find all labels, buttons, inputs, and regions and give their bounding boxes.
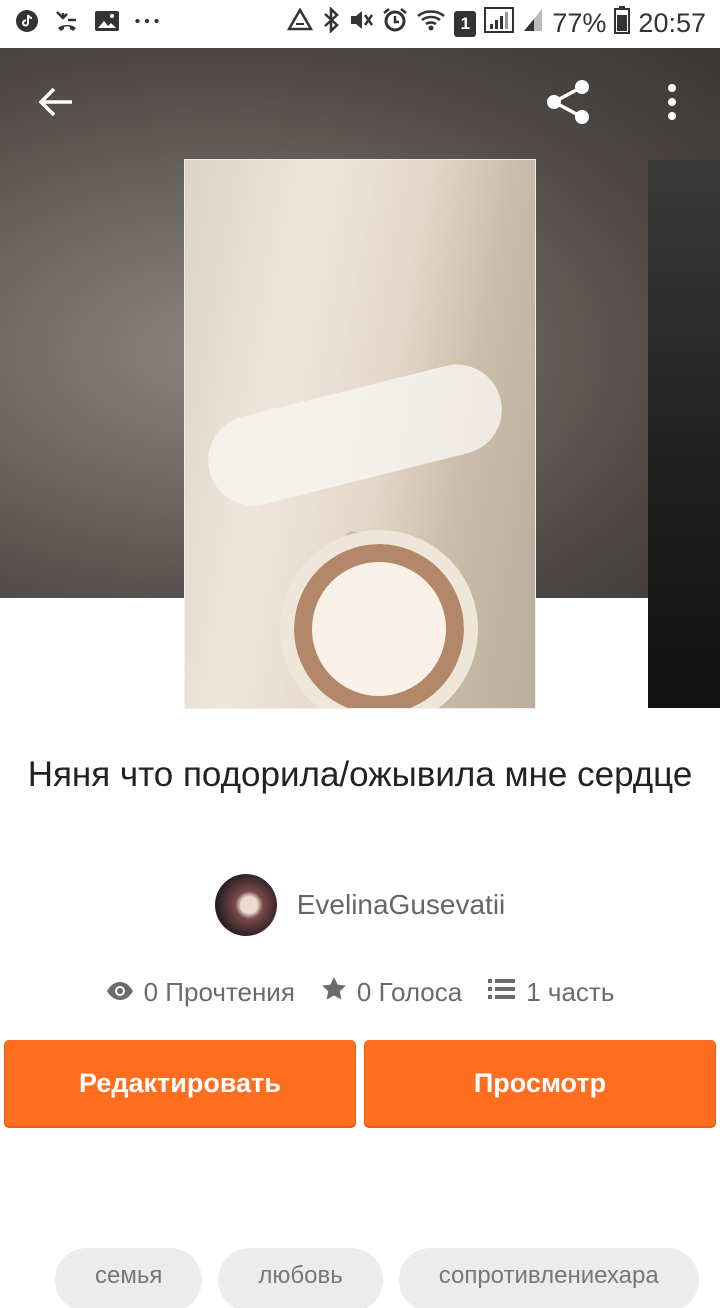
wifi-icon xyxy=(416,8,446,39)
tag-chip[interactable]: сопротивлениехара xyxy=(398,1248,699,1308)
story-stats: 0 Прочтения 0 Голоса 1 часть xyxy=(0,970,720,1014)
arrow-left-icon xyxy=(38,86,74,123)
share-icon xyxy=(544,78,592,131)
sim-1-icon: 1 xyxy=(454,10,477,37)
votes-count: 0 Голоса xyxy=(356,976,463,1007)
data-saver-icon xyxy=(286,7,314,39)
clock: 20:57 xyxy=(638,8,706,38)
share-button[interactable] xyxy=(540,76,596,132)
star-icon xyxy=(321,976,347,1009)
alarm-icon xyxy=(382,7,408,40)
parts-stat: 1 часть xyxy=(488,977,614,1008)
more-notifications-icon xyxy=(134,8,160,34)
tag-chip[interactable]: семья xyxy=(55,1248,203,1308)
edit-button[interactable]: Редактировать xyxy=(5,1040,355,1126)
signal-icon xyxy=(522,7,544,40)
cover-art-detail xyxy=(280,530,478,708)
image-icon xyxy=(94,8,120,34)
next-story-cover-image[interactable] xyxy=(648,160,720,708)
battery-icon xyxy=(614,6,631,41)
reads-stat: 0 Прочтения xyxy=(106,977,295,1008)
view-button[interactable]: Просмотр xyxy=(365,1040,715,1126)
cover-art-detail xyxy=(198,355,512,515)
tag-chip[interactable]: любовь xyxy=(218,1248,383,1308)
story-title: Няня что подорила/ожывила мне сердце xyxy=(27,755,693,794)
tag-list: семья любовь сопротивлениехара xyxy=(55,1248,720,1308)
status-right-icons: 1 77% 20:57 xyxy=(286,5,706,41)
eye-icon xyxy=(106,977,134,1008)
story-cover-image[interactable] xyxy=(185,160,535,708)
back-button[interactable] xyxy=(28,76,84,132)
overflow-menu-button[interactable] xyxy=(644,76,700,132)
author-row[interactable]: EvelinaGusevatii xyxy=(0,873,720,937)
signal-icon xyxy=(484,7,515,40)
reads-count: 0 Прочтения xyxy=(143,976,295,1007)
votes-stat: 0 Голоса xyxy=(321,976,462,1009)
tiktok-icon xyxy=(14,8,40,34)
parts-count: 1 часть xyxy=(526,976,615,1007)
battery-percent: 77% xyxy=(552,8,607,38)
missed-call-icon xyxy=(54,8,80,34)
status-left-icons xyxy=(14,8,160,34)
mute-icon xyxy=(348,7,374,40)
author-avatar[interactable] xyxy=(214,874,277,936)
more-vertical-icon xyxy=(667,83,677,125)
bluetooth-icon xyxy=(322,5,340,40)
list-icon xyxy=(488,977,516,1008)
author-name[interactable]: EvelinaGusevatii xyxy=(297,889,506,921)
status-bar: 1 77% 20:57 xyxy=(0,0,720,48)
